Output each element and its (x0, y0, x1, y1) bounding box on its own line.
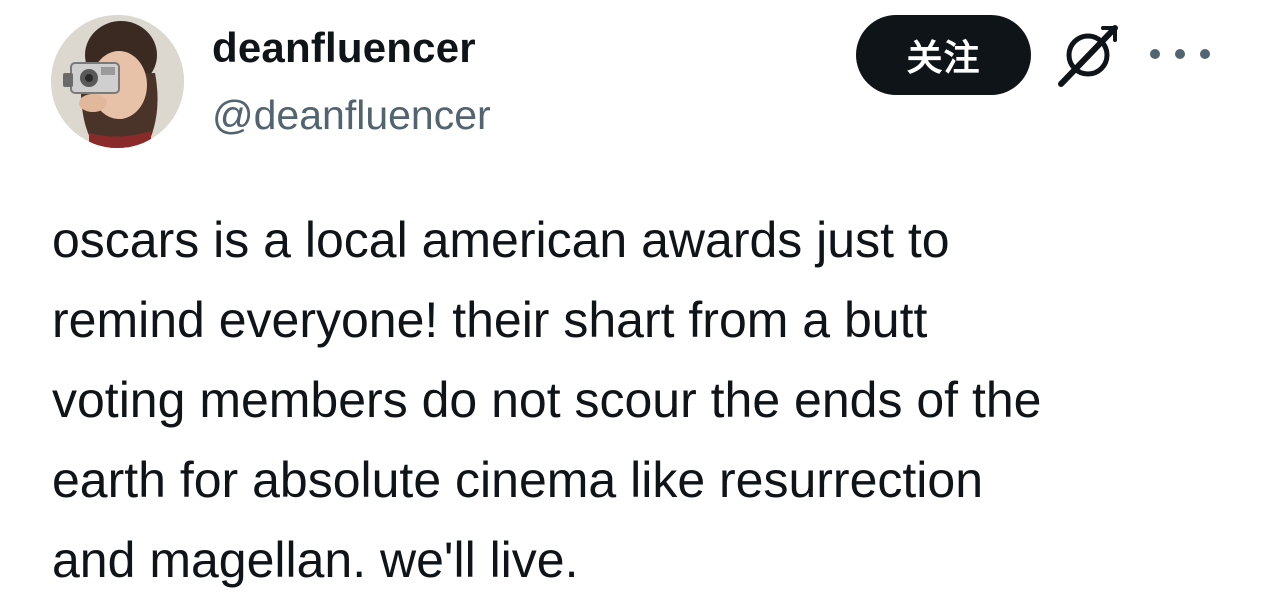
avatar[interactable] (51, 15, 184, 148)
profile-photo (51, 15, 184, 148)
author-handle[interactable]: @deanfluencer (212, 92, 491, 139)
dot (1175, 49, 1185, 59)
dot (1200, 49, 1210, 59)
follow-button[interactable]: 关注 (856, 15, 1031, 95)
more-options-icon[interactable] (1150, 38, 1210, 70)
dot (1150, 49, 1160, 59)
author-display-name[interactable]: deanfluencer (212, 24, 476, 72)
grok-icon[interactable] (1055, 22, 1121, 88)
tweet-text: oscars is a local american awards just t… (52, 212, 1042, 588)
